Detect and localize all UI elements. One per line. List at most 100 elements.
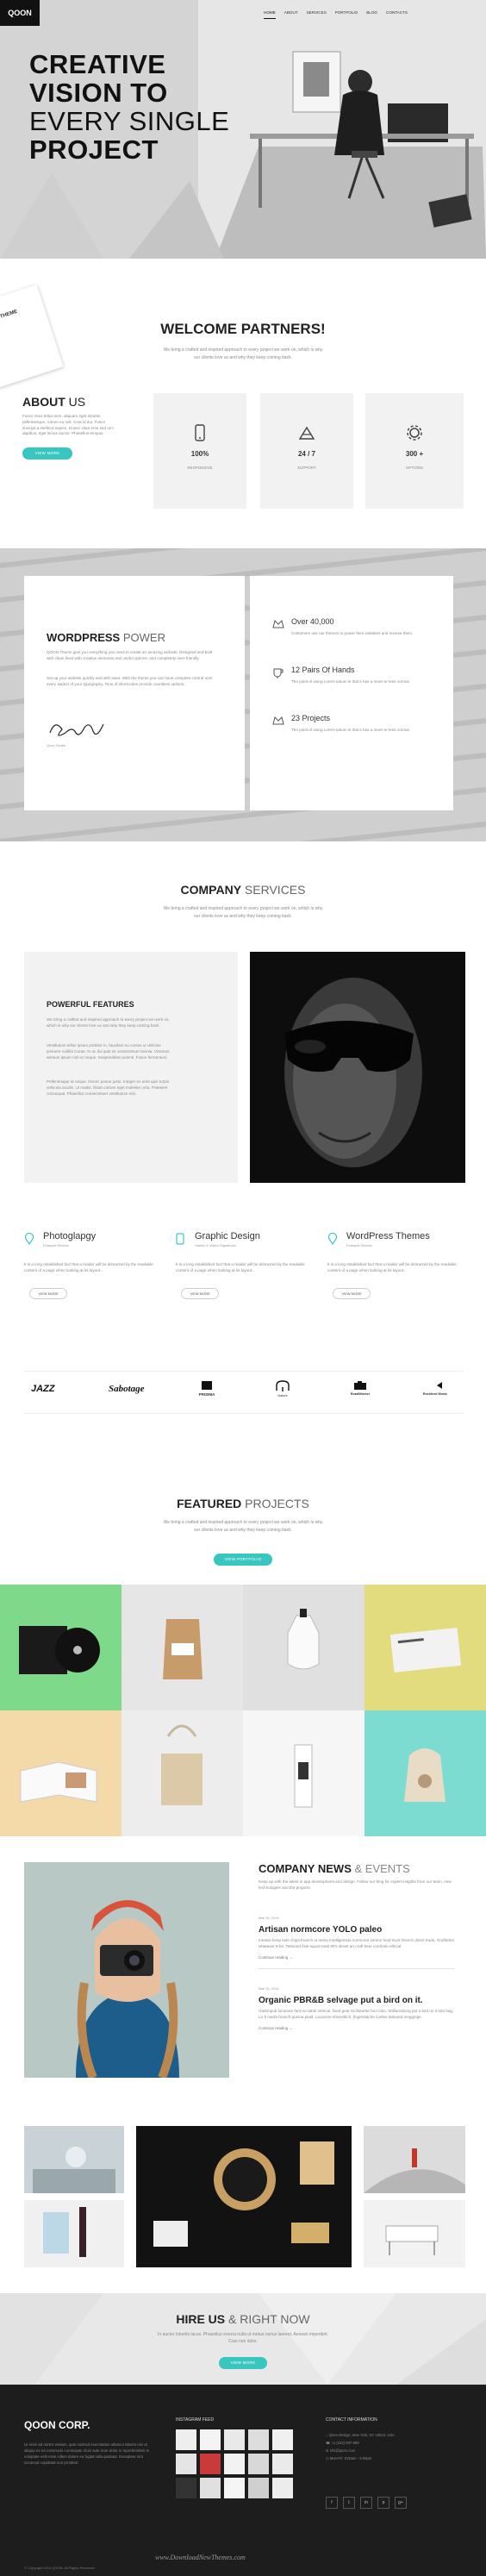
feature-text: Customers use our themes to power their …: [291, 631, 414, 635]
gallery: [24, 2126, 465, 2267]
welcome-title: WELCOME PARTNERS!: [160, 321, 326, 337]
client-logo-roadworker[interactable]: RoadWorker: [341, 1380, 379, 1396]
portfolio-item[interactable]: [243, 1585, 364, 1710]
news-post: Mar 15, 2016 Artisan normcore YOLO paleo…: [259, 1916, 455, 1969]
about-button[interactable]: VIEW MORE: [22, 447, 72, 460]
pouch-image: [404, 1748, 446, 1802]
features-card: Over 40,000 Customers use our themes to …: [250, 576, 453, 810]
featured-subtitle: We bring a crafted and inspired approach…: [0, 1519, 486, 1535]
service-title: WordPress Themes: [346, 1231, 430, 1241]
logo-box[interactable]: QOON: [0, 0, 40, 26]
about-text: Fusce risus tellus sem, aliquam eget lob…: [22, 414, 114, 436]
instagram-thumb[interactable]: [248, 2454, 269, 2474]
instagram-thumb[interactable]: [224, 2478, 245, 2498]
client-logo-rockford[interactable]: Rockford Music: [414, 1380, 457, 1396]
linkedin-icon[interactable]: in: [360, 2497, 372, 2509]
instagram-thumb[interactable]: [248, 2429, 269, 2450]
instagram-thumb[interactable]: [200, 2454, 221, 2474]
contact-email[interactable]: ✉ info@qoon.com: [326, 2447, 395, 2454]
instagram-thumb[interactable]: [224, 2429, 245, 2450]
main-nav: HOME ABOUT SERVICES PORTFOLIO BLOG CONTA…: [264, 10, 462, 19]
contact-address: ⌂ Qoon Design, New York, NY 10010, USA: [326, 2433, 395, 2437]
phone-icon: [176, 1233, 184, 1245]
instagram-thumb[interactable]: [200, 2478, 221, 2498]
footer: QOON CORP. Ut enim ad minim veniam, quis…: [0, 2385, 486, 2576]
portfolio-item[interactable]: [364, 1710, 486, 1836]
stat-label: SUPPORT: [297, 466, 316, 470]
hero-line-2: VISION TO: [29, 78, 168, 108]
instagram-thumb[interactable]: [272, 2429, 293, 2450]
portfolio-item[interactable]: [243, 1710, 364, 1836]
gallery-image[interactable]: [364, 2126, 465, 2193]
contact-phone[interactable]: ☎ +1 (234) 567-890: [326, 2439, 395, 2447]
continue-reading-link[interactable]: Continue reading →: [259, 2026, 455, 2030]
service-button[interactable]: VIEW MORE: [181, 1288, 219, 1299]
portfolio-item[interactable]: [0, 1585, 122, 1710]
post-title[interactable]: Artisan normcore YOLO paleo: [259, 1925, 455, 1935]
instagram-thumb[interactable]: [272, 2478, 293, 2498]
gear-icon: [407, 425, 422, 441]
post-date: Mar 15, 2016: [259, 1986, 279, 1991]
portfolio-item[interactable]: [122, 1585, 243, 1710]
instagram-thumb[interactable]: [176, 2429, 196, 2450]
contact-hours: ◷ Mon-Fri: 9:00am - 5:00pm: [326, 2456, 372, 2460]
continue-reading-link[interactable]: Continue reading →: [259, 1955, 455, 1960]
client-logo-sabotage[interactable]: Sabotage: [109, 1384, 145, 1394]
service-title: Graphic Design: [195, 1231, 260, 1241]
gallery-image[interactable]: [24, 2200, 124, 2267]
service-button[interactable]: VIEW MORE: [29, 1288, 67, 1299]
wp-title: WORDPRESS POWER: [47, 631, 165, 644]
theme-paper-label: THEME: [0, 309, 19, 320]
instagram-thumb[interactable]: [272, 2454, 293, 2474]
portfolio-item[interactable]: [122, 1710, 243, 1836]
client-logo-nature[interactable]: Nature: [265, 1380, 300, 1397]
about-title: ABOUT US: [22, 395, 86, 409]
gallery-image[interactable]: [24, 2126, 124, 2193]
portfolio-item[interactable]: [364, 1585, 486, 1710]
twitter-icon[interactable]: t: [343, 2497, 355, 2509]
google-plus-icon[interactable]: g+: [395, 2497, 407, 2509]
service-sub: Example Service: [346, 1243, 373, 1247]
news-photo-image: [24, 1862, 229, 2078]
nav-contacts[interactable]: CONTACTS: [386, 10, 408, 19]
news-title: COMPANY NEWS & EVENTS: [259, 1862, 410, 1875]
watermark: www.DownloadNewThemes.com: [155, 2554, 246, 2561]
client-logo-jazz[interactable]: JAZZ: [31, 1384, 55, 1394]
feature-text: The point of using Lorem Ipsum is that i…: [291, 728, 410, 732]
instagram-thumb[interactable]: [176, 2454, 196, 2474]
client-logo-prismia[interactable]: PRISMIA: [188, 1380, 226, 1397]
cup-icon: [273, 668, 284, 678]
product-box-image: [294, 1744, 313, 1808]
view-portfolio-button[interactable]: VIEW PORTFOLIO: [214, 1554, 272, 1566]
facebook-icon[interactable]: f: [326, 2497, 338, 2509]
powerful-text-3: Pellentesque at neque. Donec posue justo…: [47, 1079, 169, 1096]
footer-brand: QOON CORP.: [24, 2419, 90, 2431]
post-title[interactable]: Organic PBR&B selvage put a bird on it.: [259, 1996, 455, 2005]
prismia-mark-icon: [202, 1381, 212, 1390]
service-button[interactable]: VIEW MORE: [333, 1288, 371, 1299]
continue-reading-label: Continue reading: [259, 1954, 289, 1960]
hire-text: In auctor lobortis lacus. Phasellus vive…: [158, 2332, 328, 2344]
instagram-thumb[interactable]: [224, 2454, 245, 2474]
service-text: It is a long established fact that a rea…: [327, 1262, 457, 1272]
powerful-card: POWERFUL FEATURES We bring a crafted and…: [24, 952, 238, 1183]
nav-services[interactable]: SERVICES: [307, 10, 327, 19]
nav-about[interactable]: ABOUT: [284, 10, 298, 19]
nav-blog[interactable]: BLOG: [366, 10, 377, 19]
hero-line-3: EVERY SINGLE: [29, 106, 230, 136]
instagram-thumb[interactable]: [176, 2478, 196, 2498]
instagram-thumb[interactable]: [248, 2478, 269, 2498]
feature-title: 23 Projects: [291, 714, 331, 722]
powerful-title: POWERFUL FEATURES: [47, 1000, 134, 1009]
gallery-image[interactable]: [364, 2200, 465, 2267]
instagram-thumb[interactable]: [200, 2429, 221, 2450]
tote-bag-image: [161, 1724, 202, 1805]
portfolio-item[interactable]: [0, 1710, 122, 1836]
pinterest-icon[interactable]: p: [377, 2497, 389, 2509]
hire-button[interactable]: VIEW MORE: [219, 2357, 267, 2369]
nav-home[interactable]: HOME: [264, 10, 276, 19]
stat-card-1: 100% RESPONSIVE: [153, 393, 246, 509]
hero-line-1: CREATIVE: [29, 49, 166, 79]
gallery-image[interactable]: [136, 2126, 352, 2267]
nav-portfolio[interactable]: PORTFOLIO: [335, 10, 358, 19]
